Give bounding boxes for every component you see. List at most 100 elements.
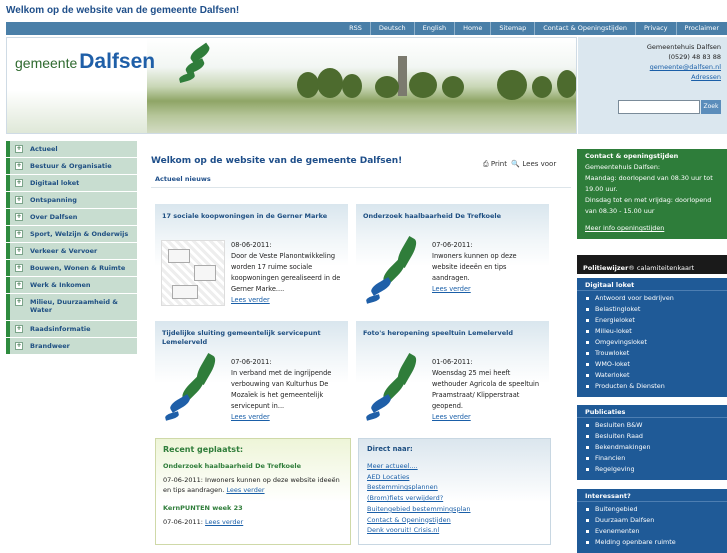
direct-link[interactable]: Bestemmingsplannen	[367, 482, 542, 493]
publicaties-item[interactable]: Bekendmakingen	[585, 442, 719, 453]
search-input[interactable]	[618, 100, 700, 114]
nav-item-actueel[interactable]: + Actueel	[6, 141, 137, 157]
read-more-link[interactable]: Lees verder	[226, 486, 264, 494]
recent-item-title[interactable]: Onderzoek haalbaarheid De Trefkoele	[163, 462, 343, 470]
left-navigation: + Actueel + Bestuur & Organisatie + Digitaa…	[6, 141, 137, 355]
direct-link[interactable]: Denk vooruit! Crisis.nl	[367, 525, 542, 536]
top-link-privacy[interactable]: Privacy	[634, 22, 676, 35]
top-link-sitemap[interactable]: Sitemap	[490, 22, 534, 35]
openingstijden-heading: Contact & openingstijden	[577, 149, 727, 162]
top-link-contact[interactable]: Contact & Openingstijden	[534, 22, 635, 35]
digitaal-item[interactable]: Antwoord voor bedrijven	[585, 293, 719, 304]
top-link-home[interactable]: Home	[454, 22, 490, 35]
direct-link[interactable]: Buitengebied bestemmingsplan	[367, 504, 542, 515]
top-link-english[interactable]: English	[413, 22, 454, 35]
tree-shape	[442, 76, 464, 98]
recent-item-title[interactable]: KernPUNTEN week 23	[163, 504, 343, 512]
digitaal-item[interactable]: Milieu-loket	[585, 326, 719, 337]
nav-label: Ontspanning	[30, 196, 77, 204]
publicaties-item[interactable]: Regelgeving	[585, 464, 719, 475]
tree-shape	[375, 76, 399, 98]
municipality-logo[interactable]: gemeente Dalfsen	[15, 50, 155, 74]
direct-link[interactable]: AED Locaties	[367, 472, 542, 483]
news-text: In verband met de ingrijpende verbouwing…	[231, 369, 332, 410]
top-link-deutsch[interactable]: Deutsch	[369, 22, 414, 35]
top-link-proclaimer[interactable]: Proclaimer	[675, 22, 727, 35]
digitaal-item[interactable]: Omgevingsloket	[585, 337, 719, 348]
digitaal-item[interactable]: Energieloket	[585, 315, 719, 326]
news-thumbnail-logo[interactable]	[362, 353, 426, 423]
read-more-link[interactable]: Lees verder	[231, 413, 270, 421]
search-button[interactable]: Zoek	[701, 100, 721, 114]
read-aloud-link[interactable]: Lees voor	[522, 160, 556, 168]
plus-icon: +	[15, 213, 23, 221]
nav-label: Bestuur & Organisatie	[30, 162, 112, 170]
nav-item-bouwen[interactable]: + Bouwen, Wonen & Ruimte	[6, 260, 137, 276]
interessant-item[interactable]: Duurzaam Dalfsen	[585, 515, 719, 526]
digitaal-item[interactable]: Trouwloket	[585, 348, 719, 359]
nav-item-bestuur[interactable]: + Bestuur & Organisatie	[6, 158, 137, 174]
news-title[interactable]: Onderzoek haalbaarheid De Trefkoele	[363, 212, 542, 221]
news-thumbnail-map[interactable]	[161, 240, 225, 306]
interessant-item[interactable]: Evenementen	[585, 526, 719, 537]
site-title: Welkom op de website van de gemeente Dal…	[6, 5, 240, 16]
logo-word-gemeente: gemeente	[15, 55, 78, 71]
news-title[interactable]: Foto's heropening speeltuin Lemelerveld	[363, 329, 542, 338]
nav-item-over-dalfsen[interactable]: + Over Dalfsen	[6, 209, 137, 225]
read-more-link[interactable]: Lees verder	[205, 518, 243, 526]
nav-item-verkeer[interactable]: + Verkeer & Vervoer	[6, 243, 137, 259]
news-title[interactable]: 17 sociale koopwoningen in de Gerner Mar…	[162, 212, 341, 221]
news-body: 07-06-2011: Inwoners kunnen op deze webs…	[432, 240, 543, 295]
nav-item-ontspanning[interactable]: + Ontspanning	[6, 192, 137, 208]
digitaal-item[interactable]: WMO-loket	[585, 359, 719, 370]
nav-item-digitaal-loket[interactable]: + Digitaal loket	[6, 175, 137, 191]
direct-link[interactable]: (Brom)fiets verwijderd?	[367, 493, 542, 504]
nav-label: Bouwen, Wonen & Ruimte	[30, 264, 126, 272]
speaker-icon[interactable]: 🔍	[511, 160, 520, 168]
news-title[interactable]: Tijdelijke sluiting gemeentelijk service…	[162, 329, 341, 347]
logo-leaf-icon	[365, 294, 381, 304]
read-more-link[interactable]: Lees verder	[432, 413, 471, 421]
map-block	[172, 285, 198, 299]
plus-icon: +	[15, 325, 23, 333]
logo-leaf-icon	[365, 411, 381, 421]
opening-hours-link[interactable]: Meer info openingstijden	[585, 224, 664, 232]
read-more-link[interactable]: Lees verder	[432, 285, 471, 293]
nav-item-milieu[interactable]: + Milieu, Duurzaamheid & Water	[6, 294, 137, 320]
nav-label: Digitaal loket	[30, 179, 80, 187]
nav-item-brandweer[interactable]: + Brandweer	[6, 338, 137, 354]
print-link[interactable]: Print	[491, 160, 507, 168]
plus-icon: +	[15, 264, 23, 272]
plus-icon: +	[15, 162, 23, 170]
publicaties-item[interactable]: Besluiten B&W	[585, 420, 719, 431]
plus-icon: +	[15, 196, 23, 204]
digitaal-item[interactable]: Producten & Diensten	[585, 381, 719, 392]
tree-shape	[532, 76, 552, 98]
read-more-link[interactable]: Lees verder	[231, 296, 270, 304]
nav-item-werk[interactable]: + Werk & Inkomen	[6, 277, 137, 293]
news-body: 07-06-2011: In verband met de ingrijpend…	[231, 357, 342, 423]
politiewijzer-banner[interactable]: Politiewijzer® calamiteitenkaart	[577, 255, 727, 274]
interessant-item[interactable]: Melding openbare ruimte	[585, 537, 719, 548]
news-card: 17 sociale koopwoningen in de Gerner Mar…	[155, 204, 348, 317]
plus-icon: +	[15, 145, 23, 153]
direct-link[interactable]: Meer actueel....	[367, 461, 542, 472]
logo-leaf-icon	[369, 277, 393, 296]
digitaal-item[interactable]: Belastingloket	[585, 304, 719, 315]
direct-heading: Direct naar:	[367, 445, 413, 453]
interessant-item[interactable]: Buitengebied	[585, 504, 719, 515]
digitaal-item[interactable]: Waterloket	[585, 370, 719, 381]
news-thumbnail-logo[interactable]	[161, 353, 225, 423]
plus-icon: +	[15, 298, 23, 306]
nav-item-raadsinformatie[interactable]: + Raadsinformatie	[6, 321, 137, 337]
contact-email-link[interactable]: gemeente@dalfsen.nl	[650, 63, 721, 71]
direct-link[interactable]: Contact & Openingstijden	[367, 515, 542, 526]
news-body: 08-06-2011: Door de Veste Planontwikkeli…	[231, 240, 342, 306]
top-link-rss[interactable]: RSS	[341, 22, 370, 35]
print-icon[interactable]: ⎙	[483, 160, 489, 168]
news-thumbnail-logo[interactable]	[362, 236, 426, 306]
addresses-link[interactable]: Adressen	[691, 73, 721, 81]
nav-item-sport[interactable]: + Sport, Welzijn & Onderwijs	[6, 226, 137, 242]
publicaties-item[interactable]: Besluiten Raad	[585, 431, 719, 442]
publicaties-item[interactable]: Financien	[585, 453, 719, 464]
